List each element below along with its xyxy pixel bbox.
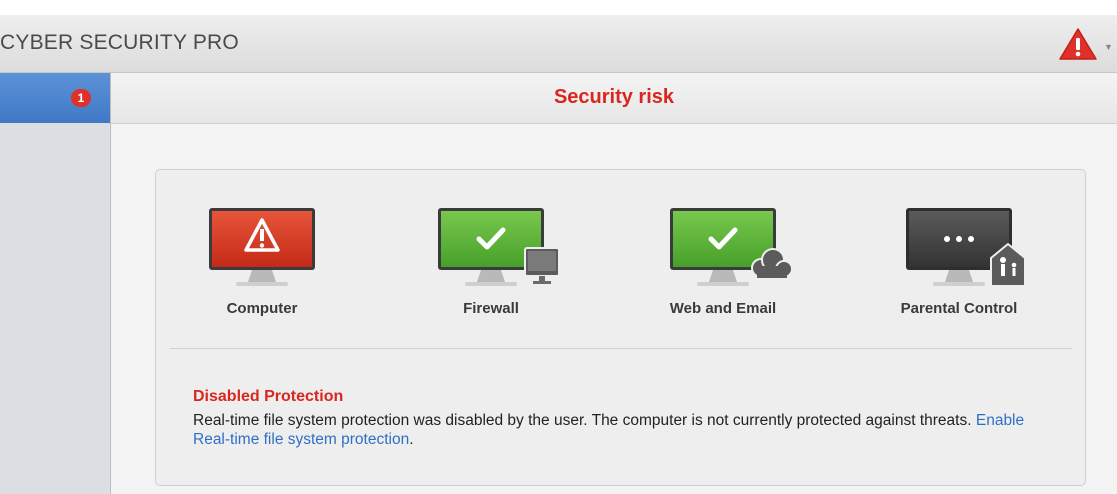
module-firewall[interactable]: Firewall [406,208,576,317]
monitor-dots-family-icon [906,208,1026,287]
sidebar-item-status[interactable]: 1 [0,73,110,123]
monitor-check-icon [438,208,560,286]
detail-description: Real-time file system protection was dis… [193,412,972,429]
module-label: Parental Control [900,300,1018,317]
title-bar: CYBER SECURITY PRO ▼ [0,15,1117,73]
app-title: CYBER SECURITY PRO [0,31,239,54]
module-label: Web and Email [669,300,777,317]
protection-panel: Computer Firewall Web and Email Parental… [155,169,1086,486]
status-header: Security risk [111,73,1117,124]
sidebar: 1 [0,73,111,494]
module-parental-control[interactable]: Parental Control [869,208,1049,317]
chevron-down-icon[interactable]: ▼ [1104,42,1113,52]
detail-period: . [409,431,414,448]
monitor-warning-icon [209,208,315,286]
warning-triangle-icon[interactable] [1058,27,1098,61]
module-label: Firewall [463,300,519,317]
detail-text: Real-time file system protection was dis… [193,411,1053,449]
module-computer[interactable]: Computer [177,208,347,317]
module-web-and-email[interactable]: Web and Email [638,208,808,317]
detail-title: Disabled Protection [193,388,344,405]
divider [170,348,1072,349]
status-title: Security risk [553,86,675,108]
monitor-check-cloud-icon [670,208,793,286]
module-label: Computer [226,300,298,317]
notification-badge: 1 [71,89,91,107]
